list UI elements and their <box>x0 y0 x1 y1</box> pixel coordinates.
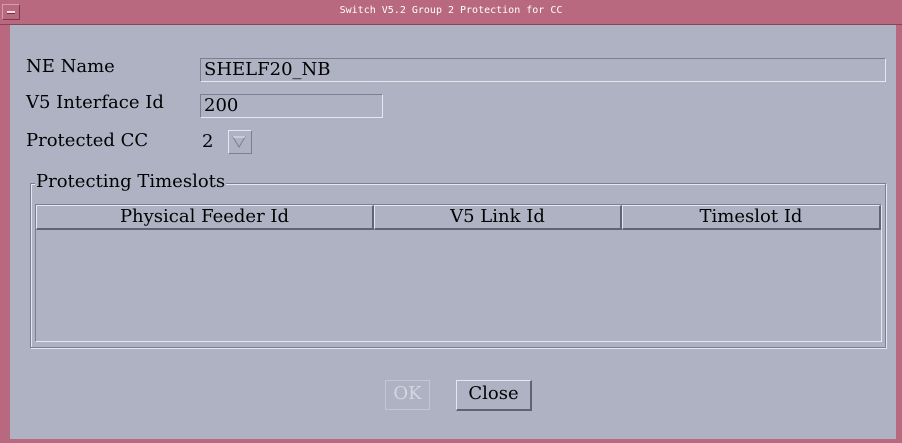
ne-name-label: NE Name <box>26 56 115 77</box>
column-header-timeslot-id[interactable]: Timeslot Id <box>622 205 881 230</box>
title-bar[interactable]: Switch V5.2 Group 2 Protection for CC <box>0 0 902 25</box>
window-title: Switch V5.2 Group 2 Protection for CC <box>339 5 563 16</box>
ne-name-field: SHELF20_NB <box>200 58 886 82</box>
column-header-v5-link-id[interactable]: V5 Link Id <box>374 205 622 230</box>
v5-interface-field: 200 <box>200 94 383 118</box>
ok-button[interactable]: OK <box>385 380 430 410</box>
protected-cc-value[interactable]: 2 <box>202 131 213 152</box>
protecting-timeslots-title: Protecting Timeslots <box>35 171 227 192</box>
timeslots-table: Physical Feeder Id V5 Link Id Timeslot I… <box>35 204 882 342</box>
protected-cc-label: Protected CC <box>26 130 149 151</box>
v5-interface-label: V5 Interface Id <box>26 92 164 113</box>
protected-cc-dropdown[interactable] <box>228 130 252 154</box>
column-header-physical-feeder-id[interactable]: Physical Feeder Id <box>36 205 374 230</box>
triangle-down-icon <box>232 136 246 148</box>
close-button[interactable]: Close <box>456 380 532 411</box>
dialog-window: Switch V5.2 Group 2 Protection for CC NE… <box>0 0 902 443</box>
